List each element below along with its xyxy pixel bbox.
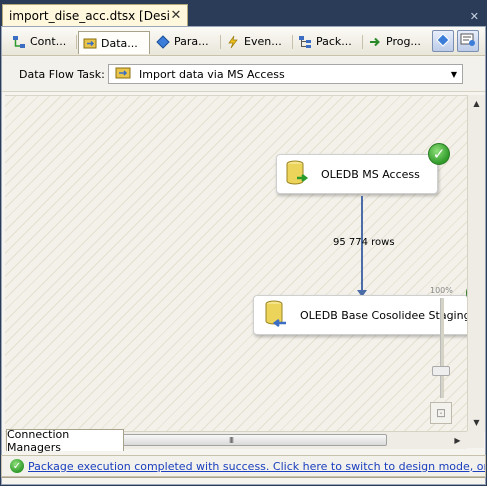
tab-parameters[interactable]: Para... (152, 31, 218, 52)
tab-label: Pack... (316, 35, 352, 48)
tab-separator (362, 35, 363, 49)
zoom-control[interactable]: 100% ⊡ (430, 276, 458, 428)
tab-package-explorer[interactable]: Pack... (294, 31, 360, 52)
task-selector-row: Data Flow Task: Import data via MS Acces… (2, 57, 485, 92)
parameters-icon (156, 34, 170, 49)
source-component-label: OLEDB MS Access (321, 167, 420, 181)
tab-separator (220, 35, 221, 49)
tab-event-handlers[interactable]: Even... (222, 31, 290, 52)
zoom-track[interactable] (440, 298, 444, 398)
database-destination-icon (262, 299, 288, 332)
tab-connection-managers[interactable]: Connection Managers (6, 427, 124, 454)
scroll-up-icon[interactable]: ▲ (469, 96, 484, 111)
zoom-percent: 100% (430, 286, 453, 295)
scroll-right-icon[interactable]: ▶ (450, 433, 465, 448)
success-check-icon: ✓ (428, 143, 450, 165)
tab-label: Data... (101, 36, 138, 50)
scrollbar-corner (467, 431, 484, 448)
scroll-down-icon[interactable]: ▼ (469, 415, 484, 430)
event-handlers-icon (226, 35, 240, 49)
data-flow-canvas[interactable]: OLEDB MS Access ✓ 95 774 rows OLEDB Base… (5, 95, 467, 432)
tab-label: Cont... (30, 35, 67, 48)
tab-separator (76, 35, 77, 49)
control-flow-icon (12, 35, 26, 49)
toolbox-button[interactable] (432, 30, 454, 52)
designer-frame: Cont... Data... Para... Even... Pack... … (1, 26, 486, 485)
tab-label: Para... (174, 35, 209, 48)
status-bar: ✓ Package execution completed with succe… (1, 455, 486, 477)
progress-icon (368, 35, 382, 49)
diamond-icon (436, 32, 450, 50)
vertical-scrollbar[interactable]: ▲ ▼ (467, 95, 485, 432)
data-flow-task-icon (115, 67, 131, 82)
tab-data-flow[interactable]: Data... (78, 31, 150, 54)
close-icon[interactable]: ✕ (169, 8, 183, 23)
package-explorer-icon (298, 35, 312, 49)
data-flow-task-value: Import data via MS Access (139, 67, 285, 81)
row-count-label: 95 774 rows (333, 237, 395, 248)
chevron-down-icon[interactable]: ▼ (446, 70, 462, 79)
variables-icon (460, 33, 476, 50)
tab-separator (292, 35, 293, 49)
tab-progress[interactable]: Prog... (364, 31, 430, 52)
zoom-slider-thumb[interactable] (432, 366, 450, 376)
document-tab-title: import_dise_acc.dtsx [Design] (9, 8, 169, 23)
success-check-icon: ✓ (10, 459, 24, 473)
data-flow-icon (83, 36, 97, 50)
document-tab[interactable]: import_dise_acc.dtsx [Design] ✕ (2, 4, 188, 26)
tab-label: Prog... (386, 35, 421, 48)
connection-managers-label: Connection Managers (7, 427, 70, 454)
window-close-icon[interactable]: ✕ (470, 10, 479, 23)
source-component[interactable]: OLEDB MS Access (276, 154, 438, 194)
data-flow-task-label: Data Flow Task: (19, 68, 105, 81)
data-flow-task-dropdown[interactable]: Import data via MS Access ▼ (108, 64, 463, 84)
designer-tab-bar: Cont... Data... Para... Even... Pack... … (2, 27, 485, 56)
tab-label: Even... (244, 35, 282, 48)
zoom-to-fit-icon[interactable]: ⊡ (430, 402, 452, 424)
switch-to-design-mode-link[interactable]: Package execution completed with success… (28, 460, 485, 473)
divider (2, 477, 485, 478)
variables-button[interactable] (457, 30, 479, 52)
scroll-grip: III (228, 435, 234, 445)
tab-control-flow[interactable]: Cont... (8, 31, 74, 52)
database-source-icon (285, 159, 309, 190)
